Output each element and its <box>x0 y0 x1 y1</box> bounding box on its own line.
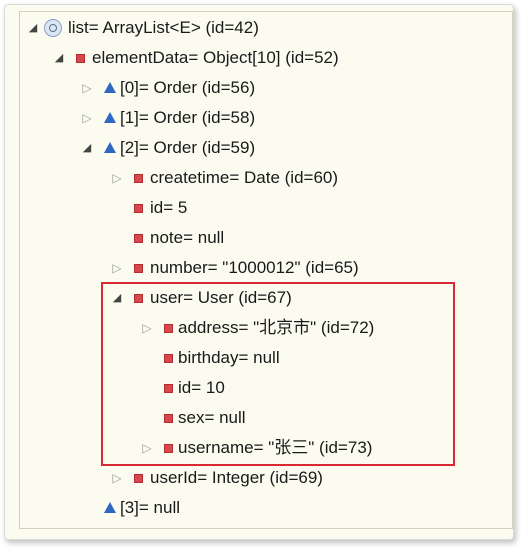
collapse-arrow-icon[interactable]: ◢ <box>26 13 40 43</box>
field-object-icon <box>44 19 62 37</box>
private-field-icon <box>134 264 143 273</box>
tree-row-label: createtime= Date (id=60) <box>150 168 339 187</box>
highlight-box <box>101 282 455 466</box>
private-field-icon <box>134 474 143 483</box>
expand-arrow-icon[interactable]: ▷ <box>80 73 94 103</box>
tree-row-elementData[interactable]: ◢ elementData= Object[10] (id=52) <box>20 43 512 73</box>
tree-row-item1[interactable]: ▷ [1]= Order (id=58) <box>20 103 512 133</box>
tree-row-userId[interactable]: ▷ userId= Integer (id=69) <box>20 463 512 493</box>
tree-row-label: number= "1000012" (id=65) <box>150 258 359 277</box>
collapse-arrow-icon[interactable]: ◢ <box>80 133 94 163</box>
tree-row-item0[interactable]: ▷ [0]= Order (id=56) <box>20 73 512 103</box>
expand-arrow-icon[interactable]: ▷ <box>80 103 94 133</box>
private-field-icon <box>134 174 143 183</box>
tree-row-label: userId= Integer (id=69) <box>150 468 323 487</box>
private-field-icon <box>134 234 143 243</box>
expand-arrow-icon[interactable]: ▷ <box>110 463 124 493</box>
expand-arrow-icon[interactable]: ▷ <box>110 253 124 283</box>
tree-row-id5[interactable]: id= 5 <box>20 193 512 223</box>
tree-row-createtime[interactable]: ▷ createtime= Date (id=60) <box>20 163 512 193</box>
tree-row-label: list= ArrayList<E> (id=42) <box>68 18 259 37</box>
tree-row-item2[interactable]: ◢ [2]= Order (id=59) <box>20 133 512 163</box>
tree-row-item3[interactable]: [3]= null <box>20 493 512 523</box>
array-element-icon <box>104 82 116 93</box>
array-element-icon <box>104 112 116 123</box>
tree-row-label: id= 5 <box>150 198 188 217</box>
tree-row-note[interactable]: note= null <box>20 223 512 253</box>
array-element-icon <box>104 502 116 513</box>
tree-row-label: [2]= Order (id=59) <box>120 138 256 157</box>
tree-row-number[interactable]: ▷ number= "1000012" (id=65) <box>20 253 512 283</box>
collapse-arrow-icon[interactable]: ◢ <box>52 43 66 73</box>
tree-row-label: [0]= Order (id=56) <box>120 78 256 97</box>
private-field-icon <box>134 204 143 213</box>
tree-row-label: [3]= null <box>120 498 181 517</box>
tree-row-list[interactable]: ◢ list= ArrayList<E> (id=42) <box>20 13 512 43</box>
array-element-icon <box>104 142 116 153</box>
tree-row-label: [1]= Order (id=58) <box>120 108 256 127</box>
tree-row-label: note= null <box>150 228 225 247</box>
tree-row-label: elementData= Object[10] (id=52) <box>92 48 339 67</box>
expand-arrow-icon[interactable]: ▷ <box>110 163 124 193</box>
private-field-icon <box>76 54 85 63</box>
